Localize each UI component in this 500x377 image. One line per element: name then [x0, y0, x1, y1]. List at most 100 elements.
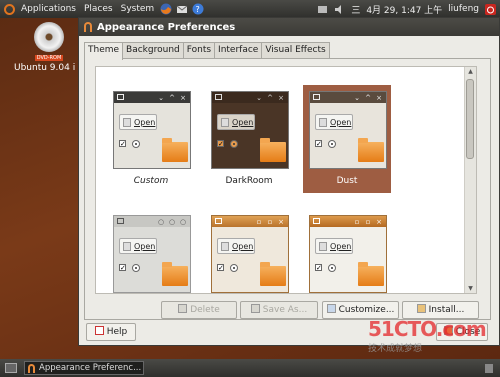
preview-open-button: Open: [217, 114, 255, 130]
preview-checkbox: ✓: [119, 264, 126, 272]
volume-icon[interactable]: [334, 4, 345, 15]
maximize-icon: ▫: [267, 217, 273, 226]
folder-icon: [358, 138, 384, 162]
preview-open-button: Open: [119, 238, 157, 254]
help-icon[interactable]: ?: [192, 3, 204, 15]
menu-applications[interactable]: Applications: [17, 0, 80, 18]
system-tray: 三 4月 29, 1:47 上午 liufeng: [317, 0, 496, 18]
scroll-down-icon[interactable]: ▼: [465, 284, 476, 293]
theme-name: DarkRoom: [225, 176, 273, 186]
preview-radio: [230, 264, 238, 272]
minimize-icon: ▫: [354, 217, 360, 226]
save-as-button[interactable]: Save As...: [240, 301, 318, 319]
window-icon: [313, 218, 320, 224]
appearance-preferences-window: Appearance Preferences Theme Background …: [78, 17, 500, 346]
theme-preview: ▫ ▫ × Open ✓: [309, 215, 387, 293]
tab-theme[interactable]: Theme: [84, 42, 124, 60]
preview-open-button: Open: [119, 114, 157, 130]
preview-checkbox: ✓: [119, 140, 126, 148]
close-icon: ○: [179, 217, 187, 226]
preview-titlebar: ○ ○ ○: [114, 216, 190, 227]
trash-icon[interactable]: [483, 362, 495, 374]
install-label: Install...: [428, 305, 465, 315]
theme-item-4[interactable]: ○ ○ ○ Open ✓: [107, 209, 195, 293]
preview-checkbox: ✓: [315, 140, 322, 148]
folder-icon: [162, 262, 188, 286]
window-icon: [215, 218, 222, 224]
disc-label: DVD-ROM: [34, 55, 64, 61]
delete-button[interactable]: Delete: [161, 301, 237, 319]
svg-text:?: ?: [196, 5, 200, 14]
theme-item-5[interactable]: ▫ ▫ × Open ✓: [205, 209, 293, 293]
clock[interactable]: 4月 29, 1:47 上午: [366, 3, 442, 16]
folder-icon: [260, 262, 286, 286]
folder-icon: [358, 262, 384, 286]
theme-list[interactable]: ⌄ ^ × Open ✓ Custom ⌄ ^ × Open ✓ DarkRoo…: [95, 66, 477, 294]
theme-list-scrollbar[interactable]: ▲ ▼: [464, 67, 476, 293]
preview-radio: [328, 264, 336, 272]
preview-titlebar: ▫ ▫ ×: [310, 216, 386, 227]
help-button[interactable]: Help: [86, 323, 136, 341]
theme-item-6[interactable]: ▫ ▫ × Open ✓: [303, 209, 391, 293]
help-label: Help: [106, 327, 128, 337]
theme-preview: ▫ ▫ × Open ✓: [211, 215, 289, 293]
preview-open-button: Open: [315, 238, 353, 254]
tab-background[interactable]: Background: [122, 42, 184, 58]
taskbar-window-button[interactable]: Appearance Preferenc...: [24, 361, 144, 375]
maximize-icon: ^: [267, 93, 273, 102]
tab-visual-effects[interactable]: Visual Effects: [261, 42, 330, 58]
scroll-up-icon[interactable]: ▲: [465, 67, 476, 76]
window-title: Appearance Preferences: [97, 21, 236, 33]
preview-titlebar: ⌄ ^ ×: [310, 92, 386, 103]
customize-icon: [326, 304, 336, 313]
user-name[interactable]: liufeng: [448, 4, 479, 14]
close-icon: ×: [278, 217, 284, 226]
tab-fonts[interactable]: Fonts: [182, 42, 216, 58]
appearance-app-icon: [84, 22, 92, 32]
preview-titlebar: ▫ ▫ ×: [212, 216, 288, 227]
ubuntu-logo-icon[interactable]: [4, 3, 15, 15]
close-icon: ×: [278, 93, 284, 102]
delete-label: Delete: [190, 305, 220, 315]
tab-interface[interactable]: Interface: [214, 42, 263, 58]
maximize-icon: ▫: [365, 217, 371, 226]
window-icon: [313, 94, 320, 100]
theme-item-dust[interactable]: ⌄ ^ × Open ✓ Dust: [303, 85, 391, 193]
menu-places[interactable]: Places: [80, 0, 117, 18]
power-icon[interactable]: [485, 3, 496, 15]
watermark-text: 51CTO.com: [368, 317, 487, 341]
network-icon[interactable]: [317, 4, 328, 15]
input-method-indicator[interactable]: 三: [351, 3, 360, 16]
taskbar-window-label: Appearance Preferenc...: [39, 363, 142, 373]
preview-radio: [132, 264, 140, 272]
minimize-icon: ○: [157, 217, 165, 226]
tab-bar: Theme Background Fonts Interface Visual …: [84, 42, 330, 60]
minimize-icon: ▫: [256, 217, 262, 226]
theme-preview: ⌄ ^ × Open ✓: [309, 91, 387, 169]
theme-preview: ⌄ ^ × Open ✓: [113, 91, 191, 169]
window-titlebar[interactable]: Appearance Preferences: [79, 18, 499, 36]
preview-checkbox: ✓: [315, 264, 322, 272]
theme-preview: ○ ○ ○ Open ✓: [113, 215, 191, 293]
theme-item-darkroom[interactable]: ⌄ ^ × Open ✓ DarkRoom: [205, 85, 293, 193]
chevron-down-icon: ⌄: [354, 93, 360, 102]
window-icon: [215, 94, 222, 100]
window-icon: [117, 218, 124, 224]
watermark-subtext: 技术成就梦想: [368, 344, 423, 354]
theme-item-custom[interactable]: ⌄ ^ × Open ✓ Custom: [107, 85, 195, 193]
customize-label: Customize...: [338, 305, 395, 315]
scrollbar-thumb[interactable]: [466, 79, 474, 159]
desktop-icon-ubuntu-disc[interactable]: DVD-ROM Ubuntu 9.04 i: [14, 22, 84, 73]
show-desktop-icon[interactable]: [5, 362, 17, 374]
mail-icon[interactable]: [176, 3, 188, 15]
theme-panel: ⌄ ^ × Open ✓ Custom ⌄ ^ × Open ✓ DarkRoo…: [84, 58, 491, 320]
theme-name: Custom: [133, 176, 169, 186]
firefox-icon[interactable]: [160, 3, 172, 15]
folder-icon: [162, 138, 188, 162]
preview-radio: [230, 140, 238, 148]
close-icon: ×: [376, 217, 382, 226]
close-icon: ×: [180, 93, 186, 102]
preview-open-button: Open: [217, 238, 255, 254]
menu-system[interactable]: System: [117, 0, 159, 18]
appearance-app-icon: [28, 363, 35, 373]
